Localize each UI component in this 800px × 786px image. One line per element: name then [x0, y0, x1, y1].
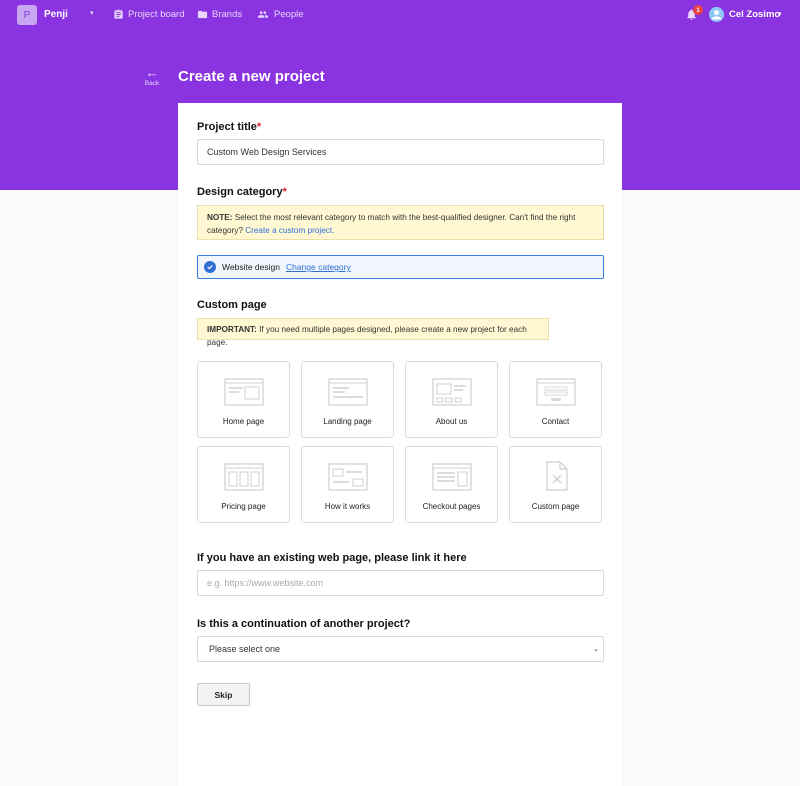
existing-page-url-input[interactable]	[197, 570, 604, 596]
design-category-label-text: Design category	[197, 186, 283, 198]
required-mark: *	[282, 186, 287, 198]
nav-label: Project board	[128, 9, 185, 20]
chevron-down-icon: ⌄	[593, 646, 599, 653]
check-circle-icon	[204, 261, 216, 273]
tile-custom-page[interactable]: Custom page	[509, 446, 602, 523]
continuation-select-value: Please select one	[209, 644, 281, 654]
brand-avatar[interactable]: P	[17, 5, 37, 25]
tile-label: Landing page	[323, 417, 372, 426]
tile-label: Checkout pages	[422, 502, 481, 511]
selected-category: Website design Change category	[197, 255, 604, 279]
nav-label: Brands	[212, 9, 243, 20]
notification-badge: 1	[693, 5, 703, 15]
tile-label: Pricing page	[221, 502, 266, 511]
landing-page-wireframe-icon	[327, 378, 368, 406]
clipboard-icon	[114, 9, 123, 19]
contact-wireframe-icon	[535, 378, 576, 406]
arrow-left-icon: ←	[145, 65, 159, 80]
custom-page-document-icon	[545, 461, 568, 491]
how-it-works-wireframe-icon	[327, 463, 368, 491]
change-category-link[interactable]: Change category	[286, 262, 351, 272]
tile-checkout-pages[interactable]: Checkout pages	[405, 446, 498, 523]
tile-label: How it works	[324, 502, 371, 511]
user-dropdown-icon[interactable]: ▾	[778, 10, 782, 18]
page-title: Create a new project	[178, 68, 325, 85]
brand-name[interactable]: Penji	[44, 9, 68, 20]
people-icon	[257, 11, 269, 18]
tile-label: About us	[435, 417, 468, 426]
checkout-pages-wireframe-icon	[431, 463, 472, 491]
tile-label: Custom page	[531, 502, 580, 511]
home-page-wireframe-icon	[223, 378, 264, 406]
skip-button[interactable]: Skip	[197, 683, 250, 706]
about-us-wireframe-icon	[431, 378, 472, 406]
back-button[interactable]: ← Back	[142, 65, 162, 87]
create-custom-project-link[interactable]: Create a custom project.	[245, 226, 334, 235]
continuation-label: Is this a continuation of another projec…	[197, 618, 411, 630]
nav-people[interactable]: People	[256, 9, 304, 20]
user-name[interactable]: Cel Zosimo	[729, 9, 780, 20]
tile-landing-page[interactable]: Landing page	[301, 361, 394, 438]
folder-icon	[197, 10, 208, 19]
project-title-label: Project title*	[197, 121, 261, 133]
back-label: Back	[144, 80, 160, 87]
category-note: NOTE: Select the most relevant category …	[197, 205, 604, 240]
selected-category-value: Website design	[222, 262, 280, 272]
project-title-input[interactable]	[197, 139, 604, 165]
project-title-label-text: Project title	[197, 121, 257, 133]
user-icon	[709, 7, 724, 22]
top-navigation: P Penji ▾ Project board Brands People 1 …	[0, 0, 800, 30]
tile-how-it-works[interactable]: How it works	[301, 446, 394, 523]
pricing-page-wireframe-icon	[223, 463, 264, 491]
nav-brands[interactable]: Brands	[197, 9, 242, 20]
user-avatar[interactable]	[709, 7, 724, 22]
important-note: IMPORTANT: If you need multiple pages de…	[197, 318, 549, 347]
tile-label: Home page	[222, 417, 265, 426]
required-mark: *	[256, 121, 262, 133]
design-category-label: Design category*	[197, 186, 287, 198]
tile-contact[interactable]: Contact	[509, 361, 602, 438]
tile-pricing-page[interactable]: Pricing page	[197, 446, 290, 523]
tile-about-us[interactable]: About us	[405, 361, 498, 438]
tile-label: Contact	[541, 417, 570, 426]
note-prefix: NOTE:	[207, 213, 233, 222]
important-prefix: IMPORTANT:	[207, 325, 257, 334]
brand-dropdown-icon[interactable]: ▾	[90, 9, 94, 17]
continuation-select[interactable]: Please select one	[197, 636, 604, 662]
tile-home-page[interactable]: Home page	[197, 361, 290, 438]
existing-page-label: If you have an existing web page, please…	[197, 552, 467, 564]
custom-page-label: Custom page	[197, 299, 267, 311]
nav-project-board[interactable]: Project board	[113, 9, 185, 20]
nav-label: People	[274, 9, 304, 20]
